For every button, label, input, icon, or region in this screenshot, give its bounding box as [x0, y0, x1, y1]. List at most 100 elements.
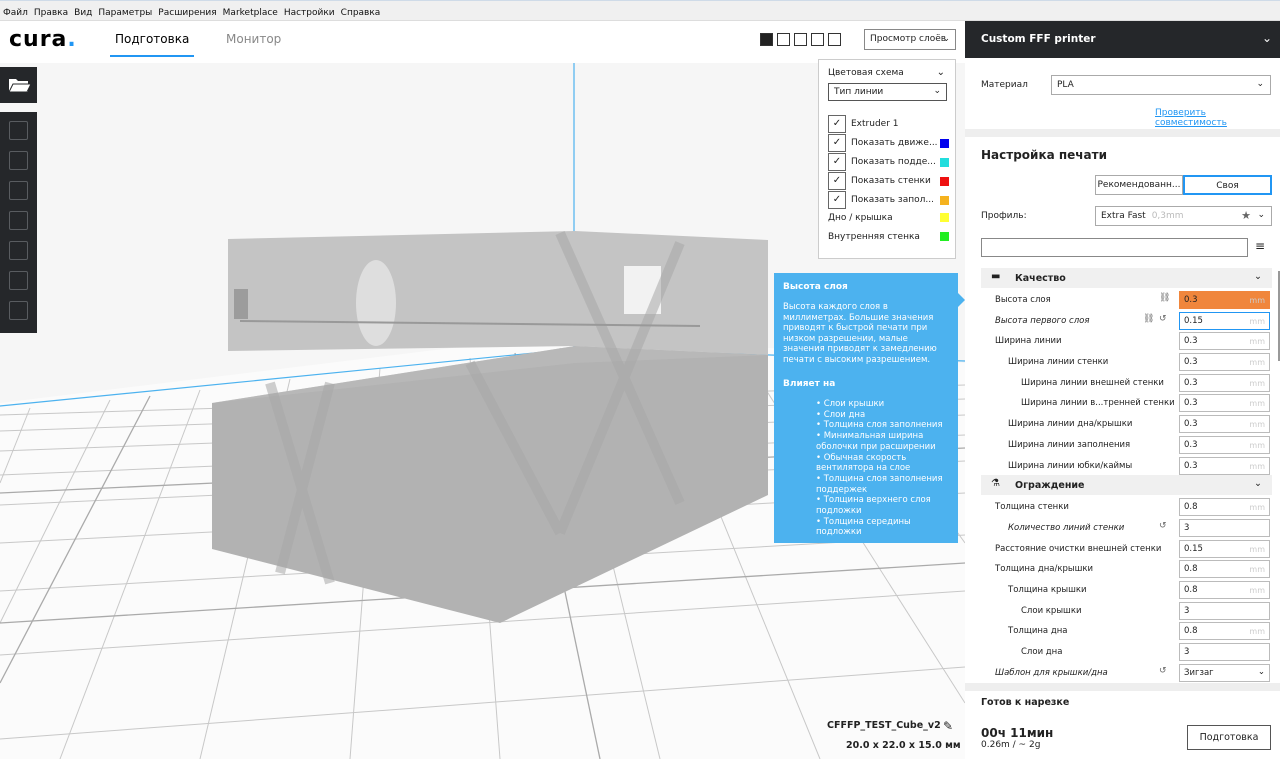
- setting-value-input[interactable]: 0.3 mm: [1179, 353, 1270, 372]
- show-travel-toggle[interactable]: ✓ Показать движе...: [828, 134, 953, 152]
- setting-value-input[interactable]: 3: [1179, 643, 1270, 661]
- show-infill-toggle[interactable]: ✓ Показать запол...: [828, 191, 953, 209]
- unit-label: mm: [1249, 358, 1265, 368]
- slice-button[interactable]: Подготовка: [1187, 725, 1271, 750]
- setting-value: 0.3: [1184, 398, 1198, 409]
- tab-prepare[interactable]: Подготовка: [115, 32, 189, 46]
- tooltip-affects-list: Слои крышки Слои дна Толщина слоя заполн…: [783, 399, 949, 538]
- color-scheme-dropdown[interactable]: Тип линии ⌄: [828, 83, 947, 101]
- checkbox-checked-icon[interactable]: ✓: [828, 191, 846, 209]
- menu-edit[interactable]: Правка: [34, 8, 68, 18]
- unit-label: mm: [1249, 316, 1265, 326]
- setting-value-input[interactable]: 0.3 mm: [1179, 456, 1270, 475]
- checkbox-checked-icon[interactable]: ✓: [828, 153, 846, 171]
- checkbox-checked-icon[interactable]: ✓: [828, 115, 846, 133]
- setting-value-dropdown[interactable]: Зигзаг ⌄: [1179, 663, 1270, 682]
- menu-marketplace[interactable]: Marketplace: [223, 8, 278, 18]
- setting-row: Слои дна 3: [981, 641, 1272, 662]
- category-quality[interactable]: ▬ Качество ⌄: [981, 268, 1272, 288]
- mirror-tool-icon[interactable]: [9, 211, 28, 230]
- star-icon[interactable]: ★: [1241, 209, 1251, 222]
- checkbox-checked-icon[interactable]: ✓: [828, 172, 846, 190]
- custom-mode-button[interactable]: Своя: [1183, 175, 1272, 195]
- shell-icon: ⚗: [991, 478, 1000, 490]
- infill-color-swatch: [940, 196, 949, 205]
- menu-file[interactable]: Файл: [3, 8, 28, 18]
- setting-value: 0.3: [1184, 439, 1198, 450]
- rotate-tool-icon[interactable]: [9, 181, 28, 200]
- setting-value-input[interactable]: 0.3 mm: [1179, 373, 1270, 392]
- setting-row: Ширина линии стенки 0.3 mm: [981, 351, 1272, 372]
- move-tool-icon[interactable]: [9, 121, 28, 140]
- setting-value-input[interactable]: 0.3 mm: [1179, 415, 1270, 434]
- material-dropdown[interactable]: PLA ⌄: [1051, 75, 1271, 95]
- reset-icon[interactable]: ↺: [1159, 521, 1167, 531]
- material-value: PLA: [1057, 80, 1074, 90]
- show-walls-toggle[interactable]: ✓ Показать стенки: [828, 172, 953, 190]
- setting-value-input[interactable]: 3: [1179, 601, 1270, 620]
- menu-settings[interactable]: Параметры: [98, 8, 152, 18]
- setting-value-input[interactable]: 0.8 mm: [1179, 560, 1270, 579]
- list-item: Обычная скорость вентилятора на слое: [816, 453, 949, 474]
- setting-value-input[interactable]: 0.8 mm: [1179, 498, 1270, 517]
- setting-label: Ширина линии в...тренней стенки: [1021, 398, 1175, 409]
- view-mode-dropdown[interactable]: Просмотр слоёв ⌄: [864, 29, 956, 50]
- printer-selector[interactable]: Custom FFF printer ⌄: [965, 21, 1280, 58]
- edit-pencil-icon[interactable]: ✎: [943, 719, 953, 733]
- reset-icon[interactable]: ↺: [1159, 314, 1167, 324]
- unit-label: mm: [1249, 399, 1265, 409]
- profile-dropdown[interactable]: Extra Fast 0,3mm ★ ⌄: [1095, 206, 1272, 226]
- setting-label: Толщина дна/крышки: [995, 564, 1094, 575]
- setting-row: Расстояние очистки внешней стенки 0.15 mm: [981, 538, 1272, 559]
- recommended-mode-button[interactable]: Рекомендованн...: [1095, 175, 1183, 195]
- setting-value: 0.15: [1184, 543, 1203, 554]
- custom-tool-icon[interactable]: [9, 301, 28, 320]
- setting-value-input[interactable]: 0.8 mm: [1179, 580, 1270, 599]
- front-view-icon[interactable]: [777, 33, 790, 46]
- unit-label: mm: [1249, 337, 1265, 347]
- setting-row: Высота слоя ⛓ 0.3 mm: [981, 289, 1272, 310]
- support-blocker-icon[interactable]: [9, 271, 28, 290]
- per-model-settings-icon[interactable]: [9, 241, 28, 260]
- top-view-icon[interactable]: [794, 33, 807, 46]
- settings-search-input[interactable]: [981, 238, 1248, 257]
- extruder-toggle[interactable]: ✓ Extruder 1: [828, 115, 953, 133]
- collapse-chevron-icon[interactable]: ⌄: [937, 67, 945, 78]
- open-file-button[interactable]: [0, 67, 37, 103]
- setting-value-input[interactable]: 0.3 mm: [1179, 291, 1270, 309]
- setting-value-input[interactable]: 0.15 mm: [1179, 311, 1270, 330]
- setting-value-input[interactable]: 3: [1179, 518, 1270, 537]
- checkbox-checked-icon[interactable]: ✓: [828, 134, 846, 152]
- setting-value-input[interactable]: 0.3 mm: [1179, 332, 1270, 351]
- material-usage: 0.26m / ~ 2g: [981, 740, 1041, 750]
- setting-value-input[interactable]: 0.15 mm: [1179, 539, 1270, 558]
- check-compatibility-link[interactable]: Проверить совместимость: [1155, 108, 1280, 128]
- settings-menu-icon[interactable]: ≡: [1255, 239, 1265, 253]
- menu-help[interactable]: Справка: [341, 8, 381, 18]
- view-mode-label: Просмотр слоёв: [870, 34, 947, 44]
- setting-label: Расстояние очистки внешней стенки: [995, 543, 1162, 554]
- stage-header: cura. Подготовка Монитор Просмотр слоёв …: [0, 21, 965, 63]
- left-view-icon[interactable]: [811, 33, 824, 46]
- setting-value-input[interactable]: 0.3 mm: [1179, 394, 1270, 413]
- menu-bar: Файл Правка Вид Параметры Расширения Mar…: [0, 0, 1280, 21]
- category-shell[interactable]: ⚗ Ограждение ⌄: [981, 475, 1272, 496]
- right-view-icon[interactable]: [828, 33, 841, 46]
- menu-preferences[interactable]: Настройки: [284, 8, 335, 18]
- setting-value-input[interactable]: 0.3 mm: [1179, 435, 1270, 454]
- reset-icon[interactable]: ↺: [1159, 666, 1167, 676]
- setting-value: 0.3: [1184, 419, 1198, 430]
- 3d-view-icon[interactable]: [760, 33, 773, 46]
- show-walls-label: Показать стенки: [851, 176, 931, 186]
- menu-view[interactable]: Вид: [74, 8, 92, 18]
- setting-value-input[interactable]: 0.8 mm: [1179, 622, 1270, 641]
- left-toolbar: [0, 67, 37, 333]
- show-support-toggle[interactable]: ✓ Показать подде...: [828, 153, 953, 171]
- color-scheme-value: Тип линии: [834, 87, 884, 97]
- menu-extensions[interactable]: Расширения: [158, 8, 216, 18]
- setting-value: 0.3: [1184, 460, 1198, 471]
- scale-tool-icon[interactable]: [9, 151, 28, 170]
- tab-monitor[interactable]: Монитор: [226, 32, 281, 46]
- setting-value: 0.8: [1184, 626, 1198, 637]
- chevron-down-icon: ⌄: [933, 86, 941, 96]
